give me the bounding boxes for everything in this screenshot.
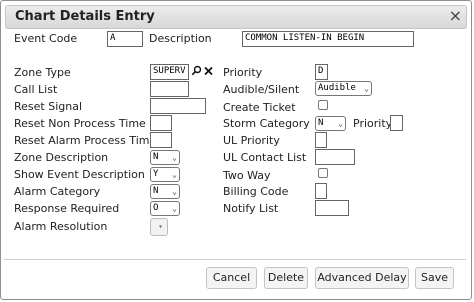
show-event-description-select[interactable]: Y ⌄ [150, 167, 180, 182]
storm-priority-input[interactable] [390, 115, 403, 131]
two-way-label: Two Way [223, 169, 271, 182]
alarm-category-select[interactable]: N ⌄ [150, 184, 180, 199]
description-label: Description [149, 32, 212, 45]
event-code-input[interactable]: A [107, 31, 143, 47]
zone-description-label: Zone Description [14, 151, 109, 164]
billing-code-label: Billing Code [223, 185, 289, 198]
show-event-description-value: Y [153, 169, 159, 179]
response-required-value: O [153, 203, 159, 213]
storm-category-value: N [318, 118, 324, 128]
save-button[interactable]: Save [415, 267, 454, 289]
zone-description-value: N [153, 152, 159, 162]
notify-list-input[interactable] [315, 200, 349, 216]
billing-code-input[interactable] [315, 183, 327, 199]
priority-input[interactable]: D [315, 64, 328, 80]
search-icon[interactable] [191, 65, 202, 79]
call-list-input[interactable] [150, 81, 189, 97]
zone-description-select[interactable]: N ⌄ [150, 150, 180, 165]
chevron-down-icon: ⌄ [172, 187, 177, 196]
zone-type-label: Zone Type [14, 66, 71, 79]
alarm-resolution-label: Alarm Resolution [14, 220, 108, 233]
notify-list-label: Notify List [223, 202, 279, 215]
reset-signal-input[interactable] [150, 98, 206, 114]
dialog-title: Chart Details Entry [15, 9, 155, 24]
show-event-description-label: Show Event Description [14, 168, 145, 181]
alarm-category-value: N [153, 186, 159, 196]
alarm-category-label: Alarm Category [14, 185, 101, 198]
reset-alarm-process-time-input[interactable] [150, 132, 172, 148]
zone-type-input[interactable]: SUPERV [150, 64, 189, 80]
chevron-down-icon: ⌄ [338, 119, 343, 128]
response-required-label: Response Required [14, 202, 120, 215]
dialog-titlebar[interactable]: Chart Details Entry × [5, 5, 467, 29]
response-required-select[interactable]: O ⌄ [150, 201, 180, 216]
ul-priority-label: UL Priority [223, 134, 280, 147]
reset-non-process-time-label: Reset Non Process Time [14, 117, 146, 130]
ul-contact-list-input[interactable] [315, 149, 355, 165]
reset-non-process-time-input[interactable] [150, 115, 172, 131]
audible-silent-value: Audible [318, 83, 356, 93]
storm-category-label: Storm Category [223, 117, 310, 130]
create-ticket-checkbox[interactable] [318, 100, 328, 110]
chevron-down-icon: ⌄ [172, 170, 177, 179]
storm-priority-label: Priority [353, 117, 393, 130]
audible-silent-select[interactable]: Audible ⌄ [315, 81, 372, 96]
chevron-down-icon: ▾ [158, 222, 163, 231]
clear-icon[interactable] [204, 65, 213, 79]
chevron-down-icon: ⌄ [364, 84, 369, 93]
reset-signal-label: Reset Signal [14, 100, 83, 113]
advanced-delay-button[interactable]: Advanced Delay [315, 267, 409, 289]
storm-category-select[interactable]: N ⌄ [315, 116, 346, 131]
ul-contact-list-label: UL Contact List [223, 151, 307, 164]
delete-button[interactable]: Delete [264, 267, 308, 289]
call-list-label: Call List [14, 83, 58, 96]
priority-label: Priority [223, 66, 263, 79]
close-icon[interactable]: × [449, 6, 462, 25]
audible-silent-label: Audible/Silent [223, 83, 300, 96]
create-ticket-label: Create Ticket [223, 101, 296, 114]
chevron-down-icon: ⌄ [172, 204, 177, 213]
cancel-button[interactable]: Cancel [206, 267, 257, 289]
two-way-checkbox[interactable] [318, 168, 328, 178]
description-input[interactable]: COMMON LISTEN-IN BEGIN [242, 31, 414, 47]
alarm-resolution-select[interactable]: ▾ [150, 218, 168, 236]
event-code-label: Event Code [14, 32, 78, 45]
chevron-down-icon: ⌄ [172, 153, 177, 162]
reset-alarm-process-time-label: Reset Alarm Process Time [14, 134, 157, 147]
ul-priority-input[interactable] [315, 132, 327, 148]
